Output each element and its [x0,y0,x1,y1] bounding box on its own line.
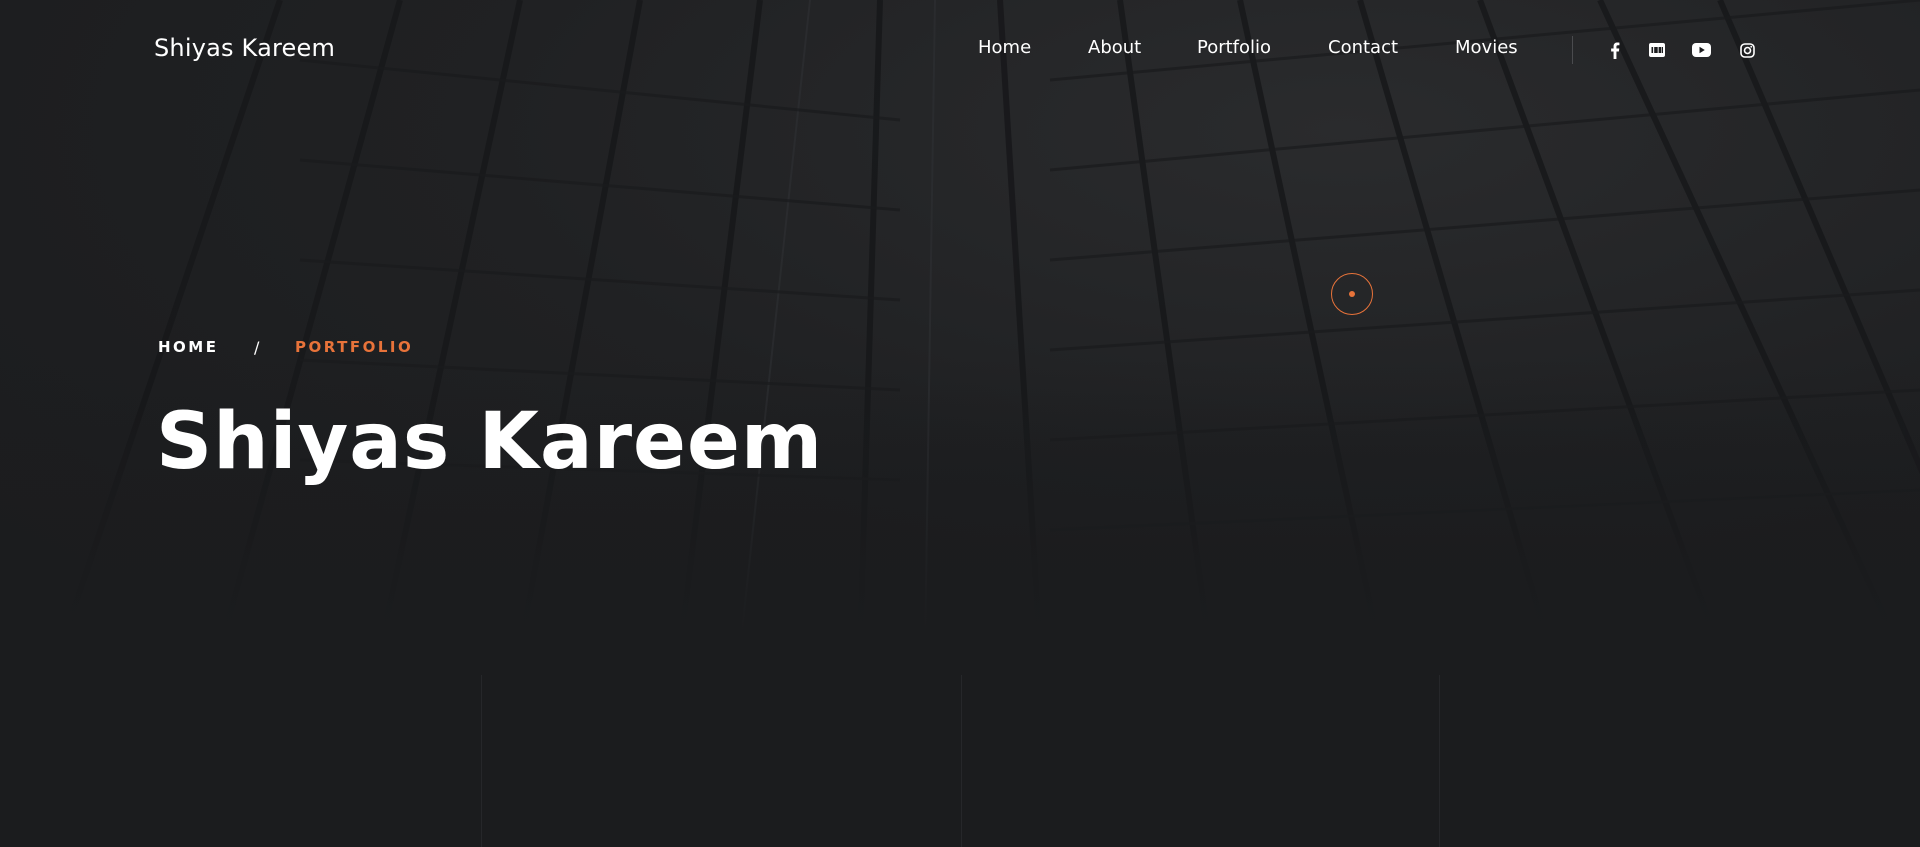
grid-column-divider [481,675,482,847]
grid-column-divider [1439,675,1440,847]
nav-divider [1572,36,1573,64]
nav-item-about[interactable]: About [1088,37,1141,58]
imdb-icon[interactable] [1647,40,1667,60]
breadcrumb-separator: / [254,338,260,357]
portfolio-page: Shiyas Kareem Home About Portfolio Conta… [0,0,1920,847]
nav-item-portfolio[interactable]: Portfolio [1197,37,1271,58]
custom-cursor-dot [1349,291,1355,297]
youtube-icon[interactable] [1691,40,1711,60]
grid-column-divider [961,675,962,847]
nav-item-movies[interactable]: Movies [1455,37,1518,58]
breadcrumb-home-link[interactable]: HOME [158,338,218,356]
instagram-icon[interactable] [1737,40,1757,60]
site-header: Shiyas Kareem Home About Portfolio Conta… [0,0,1920,100]
nav-item-contact[interactable]: Contact [1328,37,1398,58]
facebook-icon[interactable] [1605,40,1625,60]
nav-item-home[interactable]: Home [978,37,1031,58]
page-title: Shiyas Kareem [156,397,824,487]
breadcrumb: HOME / PORTFOLIO [158,338,411,357]
site-logo[interactable]: Shiyas Kareem [154,34,335,62]
breadcrumb-current: PORTFOLIO [295,338,414,356]
